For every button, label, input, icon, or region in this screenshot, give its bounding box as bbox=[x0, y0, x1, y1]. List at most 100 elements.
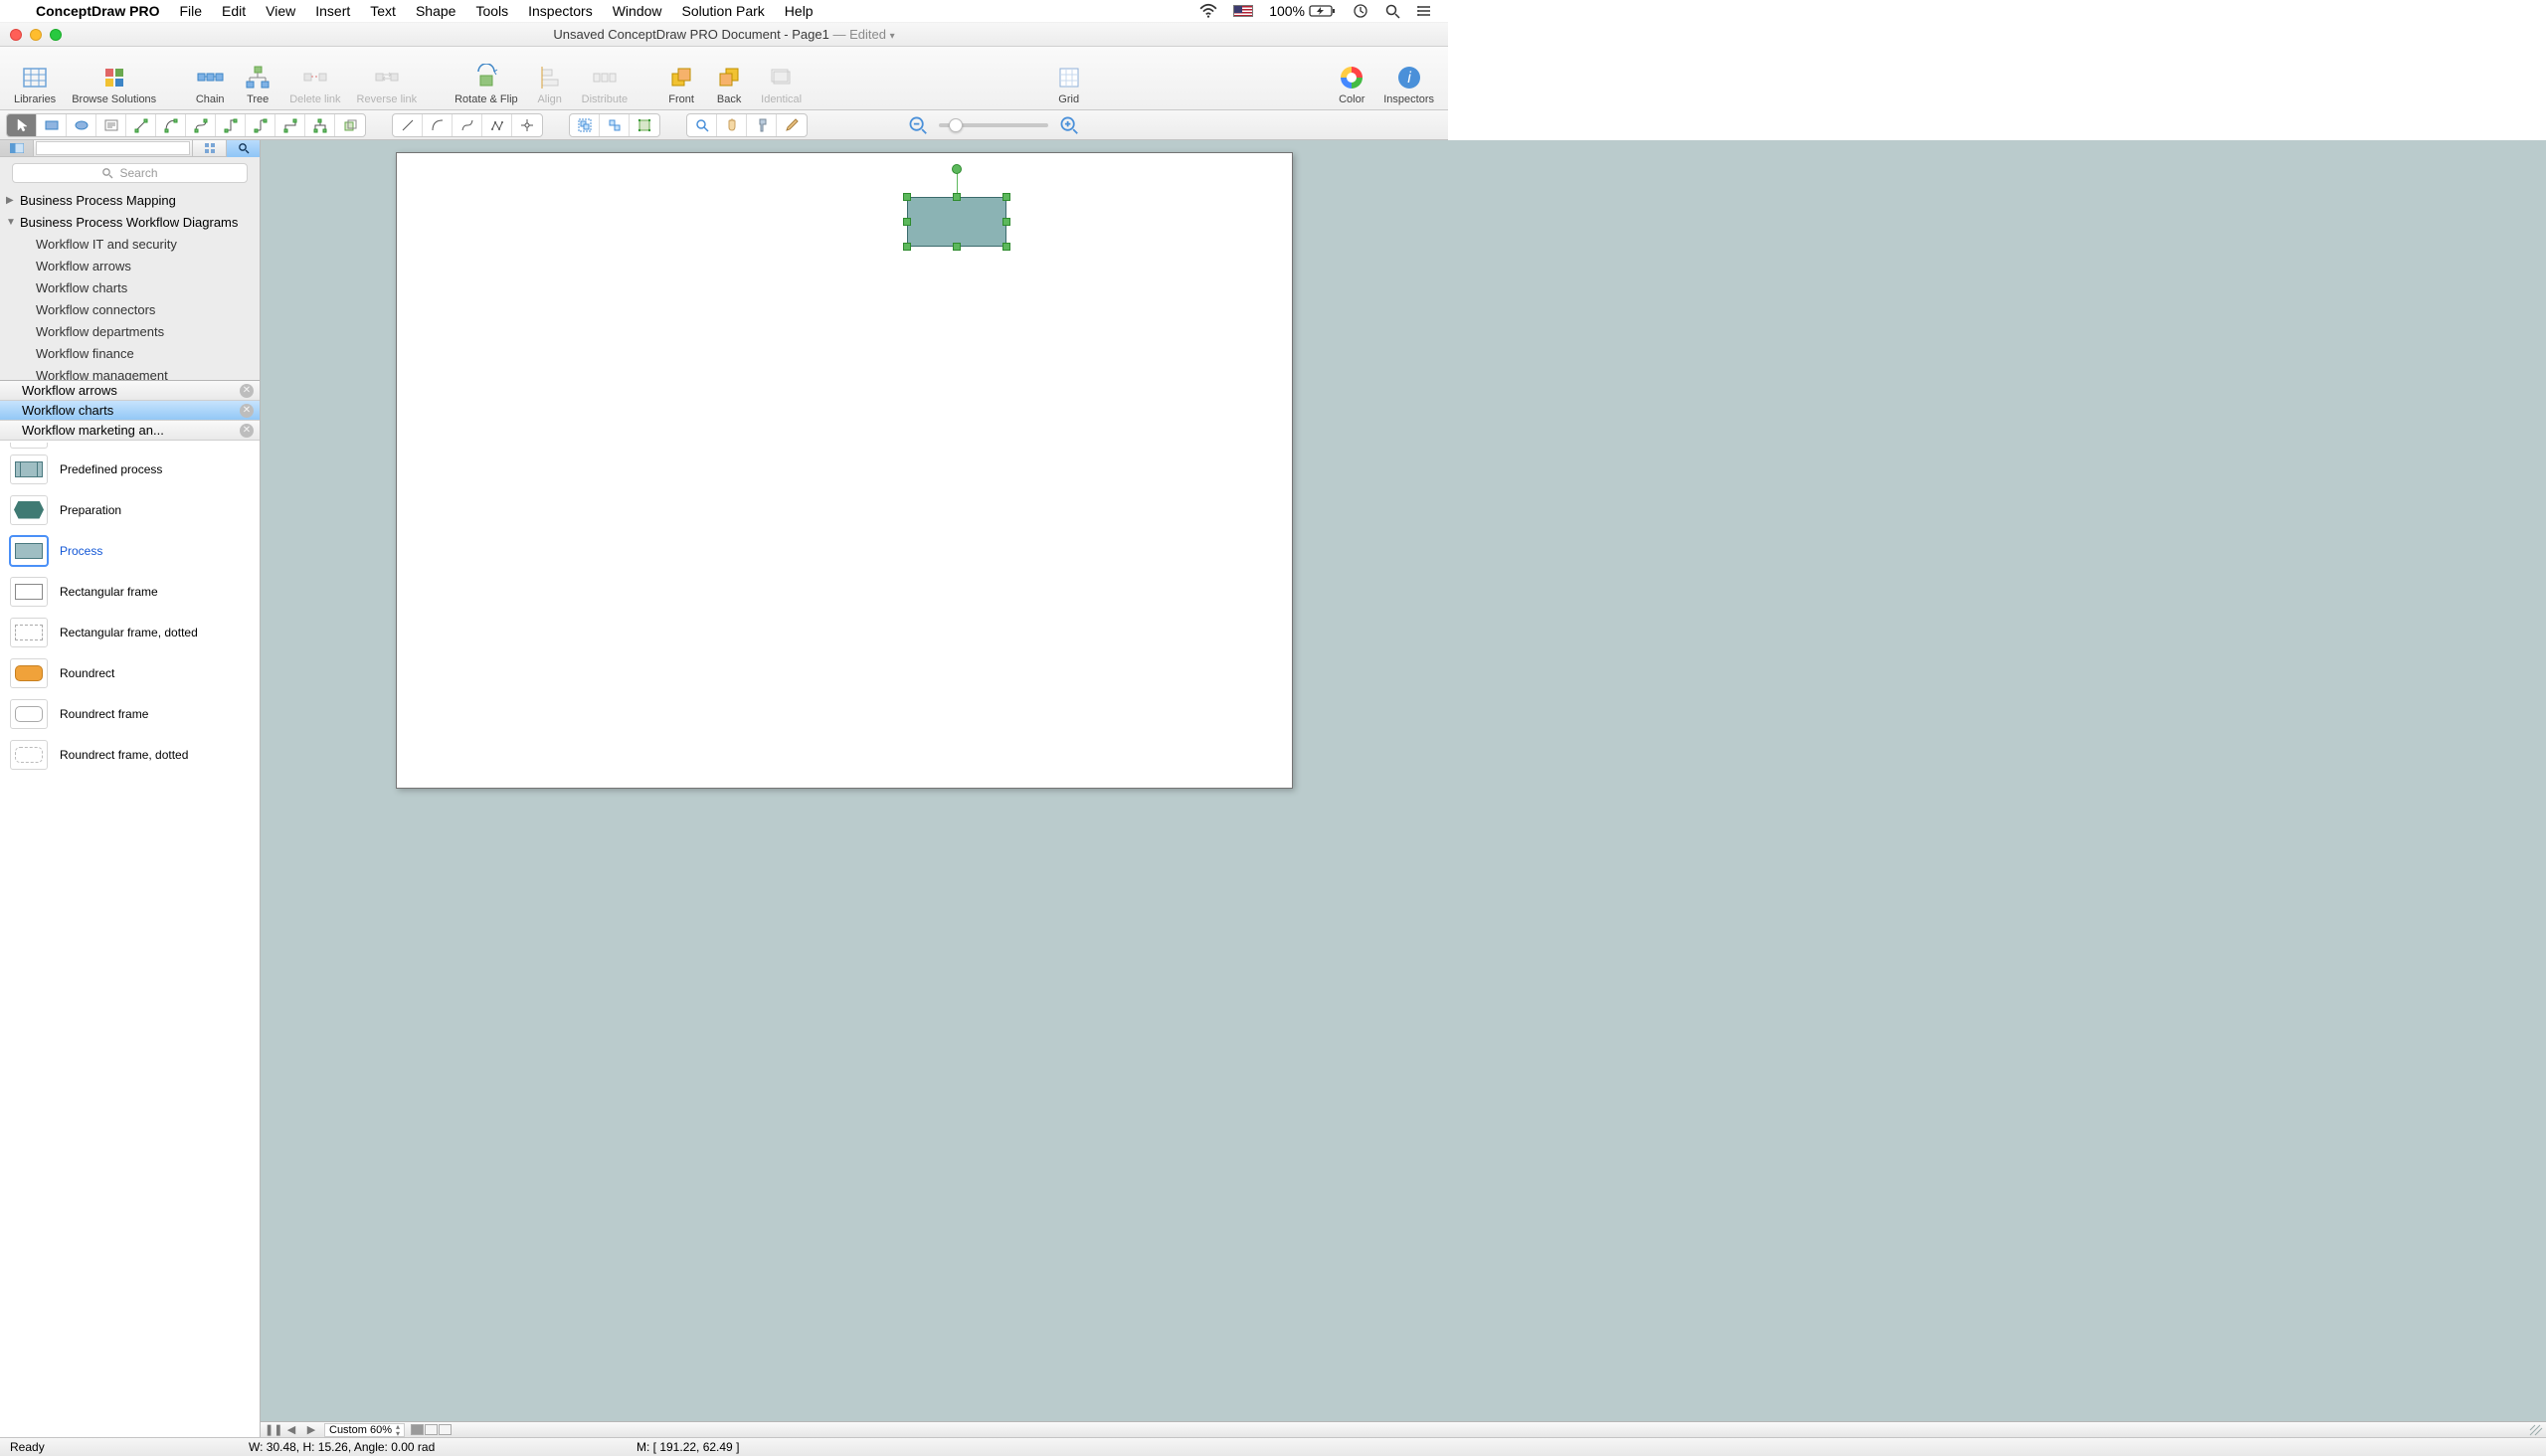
spotlight-icon[interactable] bbox=[1376, 3, 1408, 19]
tree-item[interactable]: Workflow management bbox=[0, 364, 260, 380]
eyedropper-tool[interactable] bbox=[777, 114, 807, 136]
close-icon[interactable]: ✕ bbox=[240, 384, 254, 398]
pan-tool[interactable] bbox=[717, 114, 747, 136]
shape-item[interactable]: Rectangular frame, dotted bbox=[0, 612, 260, 652]
connector-smart-tool[interactable] bbox=[216, 114, 246, 136]
shape-item[interactable]: Rectangular frame bbox=[0, 571, 260, 612]
align-button[interactable]: Align bbox=[530, 62, 570, 107]
open-lib-tab[interactable]: Workflow charts✕ bbox=[0, 401, 260, 421]
ellipse-tool[interactable] bbox=[67, 114, 96, 136]
open-lib-tab[interactable]: Workflow marketing an...✕ bbox=[0, 421, 260, 441]
distribute-button[interactable]: Distribute bbox=[578, 62, 632, 107]
page[interactable] bbox=[396, 152, 1293, 789]
app-menu[interactable]: ConceptDraw PRO bbox=[26, 3, 169, 19]
page-thumb[interactable] bbox=[439, 1424, 452, 1435]
text-tool[interactable] bbox=[96, 114, 126, 136]
delete-link-button[interactable]: Delete link bbox=[285, 62, 344, 107]
close-icon[interactable]: ✕ bbox=[240, 424, 254, 438]
tree-item[interactable]: Workflow charts bbox=[0, 276, 260, 298]
menu-solution-park[interactable]: Solution Park bbox=[672, 3, 775, 19]
ungroup-tool[interactable] bbox=[600, 114, 630, 136]
color-button[interactable]: Color bbox=[1332, 62, 1371, 107]
group-tool[interactable] bbox=[570, 114, 600, 136]
page-thumb[interactable] bbox=[411, 1424, 424, 1435]
resize-handle[interactable] bbox=[903, 243, 911, 251]
tree-item[interactable]: Workflow finance bbox=[0, 342, 260, 364]
rotate-flip-button[interactable]: Rotate & Flip bbox=[451, 62, 522, 107]
rotation-handle[interactable] bbox=[952, 164, 962, 174]
library-search-input[interactable]: Search bbox=[12, 163, 248, 183]
menu-view[interactable]: View bbox=[256, 3, 305, 19]
library-search-button[interactable] bbox=[226, 140, 260, 157]
zoom-in-button[interactable] bbox=[1058, 114, 1080, 136]
menu-shape[interactable]: Shape bbox=[406, 3, 465, 19]
open-lib-tab[interactable]: Workflow arrows✕ bbox=[0, 381, 260, 401]
reverse-link-button[interactable]: Reverse link bbox=[353, 62, 422, 107]
page-thumbnails[interactable] bbox=[411, 1424, 452, 1435]
connector-tree-tool[interactable] bbox=[305, 114, 335, 136]
clone-tool[interactable] bbox=[335, 114, 365, 136]
tree-group-mapping[interactable]: ▶Business Process Mapping bbox=[0, 189, 260, 211]
resize-handle[interactable] bbox=[953, 243, 961, 251]
identical-button[interactable]: Identical bbox=[757, 62, 806, 107]
resize-handle[interactable] bbox=[1002, 243, 1010, 251]
tree-item[interactable]: Workflow IT and security bbox=[0, 233, 260, 255]
prev-page-button[interactable]: ◀ bbox=[284, 1423, 298, 1436]
zoom-tool[interactable] bbox=[687, 114, 717, 136]
chain-button[interactable]: Chain bbox=[190, 62, 230, 107]
menu-window[interactable]: Window bbox=[603, 3, 672, 19]
library-panel-toggle[interactable] bbox=[0, 140, 34, 156]
shape-item[interactable]: Preparation bbox=[0, 489, 260, 530]
menu-inspectors[interactable]: Inspectors bbox=[518, 3, 603, 19]
zoom-slider[interactable] bbox=[939, 123, 1048, 127]
lock-tool[interactable] bbox=[630, 114, 659, 136]
resize-handle[interactable] bbox=[953, 193, 961, 201]
zoom-slider-knob[interactable] bbox=[949, 118, 963, 132]
line-tool[interactable] bbox=[393, 114, 423, 136]
resize-handle[interactable] bbox=[1002, 218, 1010, 226]
notification-center-icon[interactable] bbox=[1408, 3, 1440, 19]
resize-handle[interactable] bbox=[1002, 193, 1010, 201]
zoom-select[interactable]: Custom 60%▴▾ bbox=[324, 1423, 405, 1437]
menu-insert[interactable]: Insert bbox=[305, 3, 360, 19]
connector-bezier-tool[interactable] bbox=[186, 114, 216, 136]
select-tool[interactable] bbox=[7, 114, 37, 136]
menu-text[interactable]: Text bbox=[360, 3, 406, 19]
connector-step-tool[interactable] bbox=[275, 114, 305, 136]
format-painter-tool[interactable] bbox=[747, 114, 777, 136]
tree-item[interactable]: Workflow arrows bbox=[0, 255, 260, 276]
menu-file[interactable]: File bbox=[169, 3, 212, 19]
resize-handle[interactable] bbox=[903, 193, 911, 201]
view-grid-button[interactable] bbox=[192, 140, 226, 157]
resize-corner-icon[interactable] bbox=[2528, 1423, 2544, 1437]
shape-item[interactable]: Roundrect bbox=[0, 652, 260, 693]
libraries-button[interactable]: Libraries bbox=[10, 62, 60, 107]
zoom-out-button[interactable] bbox=[907, 114, 929, 136]
front-button[interactable]: Front bbox=[661, 62, 701, 107]
canvas-area[interactable]: ❚❚ ◀ ▶ Custom 60%▴▾ bbox=[261, 140, 2546, 1437]
browse-solutions-button[interactable]: Browse Solutions bbox=[68, 62, 160, 107]
battery-status[interactable]: 100% bbox=[1261, 3, 1345, 19]
resize-handle[interactable] bbox=[903, 218, 911, 226]
tree-item[interactable]: Workflow connectors bbox=[0, 298, 260, 320]
connector-direct-tool[interactable] bbox=[126, 114, 156, 136]
shape-item[interactable]: Roundrect frame bbox=[0, 693, 260, 734]
wifi-icon[interactable] bbox=[1191, 2, 1225, 20]
shape-item[interactable]: Roundrect frame, dotted bbox=[0, 734, 260, 775]
pause-icon[interactable]: ❚❚ bbox=[265, 1423, 278, 1436]
tree-item[interactable]: Workflow departments bbox=[0, 320, 260, 342]
connector-round-tool[interactable] bbox=[246, 114, 275, 136]
arc-tool[interactable] bbox=[423, 114, 453, 136]
shape-item[interactable]: Predefined process bbox=[0, 449, 260, 489]
anchor-tool[interactable] bbox=[512, 114, 542, 136]
selected-shape-process[interactable] bbox=[907, 197, 1006, 247]
page-thumb[interactable] bbox=[425, 1424, 438, 1435]
menu-help[interactable]: Help bbox=[775, 3, 823, 19]
tree-button[interactable]: Tree bbox=[238, 62, 277, 107]
close-icon[interactable]: ✕ bbox=[240, 404, 254, 418]
tree-group-workflow[interactable]: ▼Business Process Workflow Diagrams bbox=[0, 211, 260, 233]
spline-tool[interactable] bbox=[453, 114, 482, 136]
do-not-disturb-icon[interactable] bbox=[1345, 3, 1376, 19]
chevron-down-icon[interactable]: ▾ bbox=[890, 31, 895, 42]
back-button[interactable]: Back bbox=[709, 62, 749, 107]
